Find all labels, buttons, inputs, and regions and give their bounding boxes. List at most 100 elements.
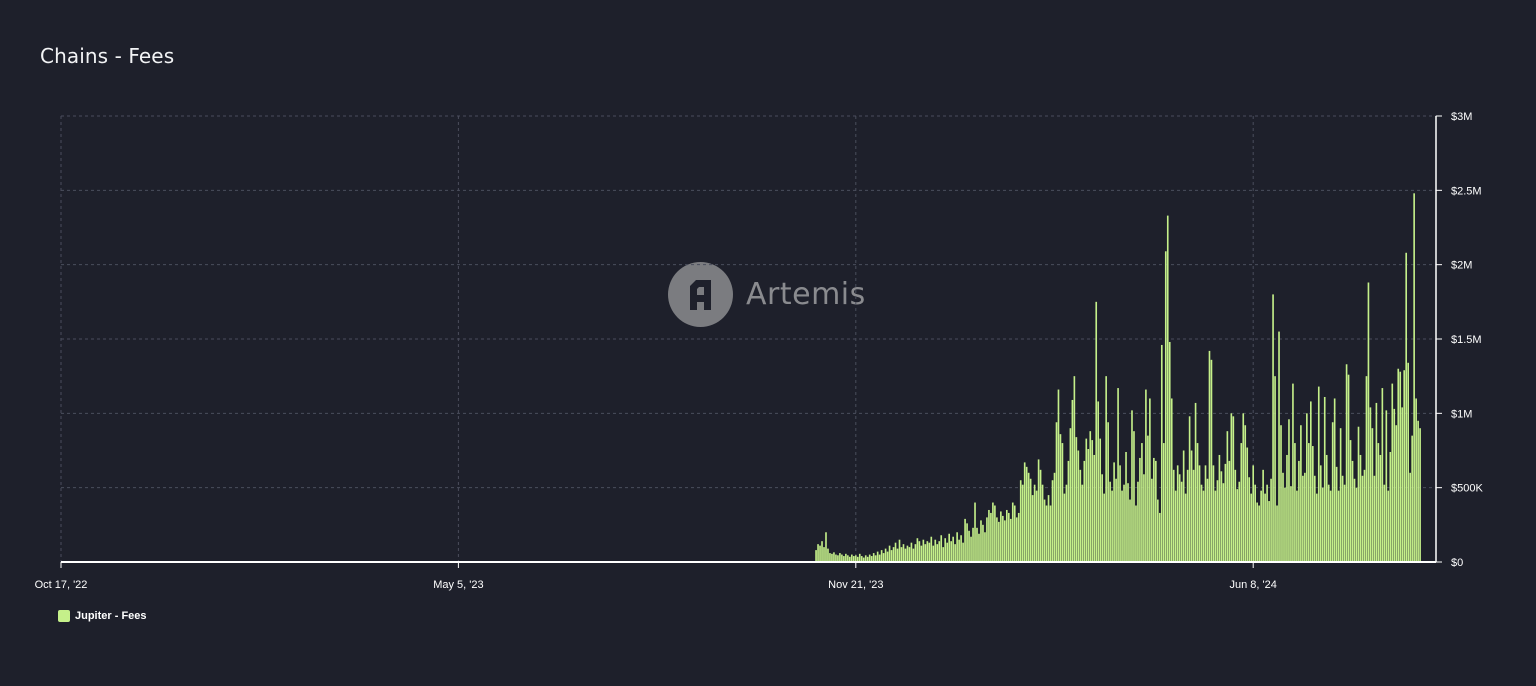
bar [1019, 480, 1022, 562]
legend-label: Jupiter - Fees [75, 610, 147, 622]
bar [1272, 294, 1274, 562]
bar [837, 555, 839, 562]
bar [986, 517, 988, 562]
bar [1298, 460, 1300, 562]
legend[interactable]: Jupiter - Fees [58, 610, 147, 622]
bar [1047, 495, 1050, 562]
bar [934, 539, 937, 562]
bar [1147, 435, 1149, 562]
bar [1125, 451, 1127, 562]
bar [1220, 471, 1223, 562]
bar [1413, 193, 1415, 562]
bar [1240, 443, 1243, 562]
bar [972, 527, 974, 562]
bar [1315, 493, 1318, 562]
bar [1230, 413, 1233, 562]
bar [1403, 370, 1406, 562]
bar [932, 545, 935, 562]
bar [1296, 490, 1298, 562]
bar [1164, 251, 1167, 562]
bar [1151, 478, 1153, 562]
bar [998, 521, 1000, 562]
bar [1055, 422, 1058, 562]
bar [1361, 475, 1364, 562]
bar [922, 539, 925, 562]
bar [924, 544, 927, 562]
bar [1363, 469, 1366, 562]
bar [1300, 425, 1302, 562]
bar [940, 535, 943, 562]
bar [902, 544, 905, 562]
bar [974, 502, 976, 562]
bar [1234, 469, 1237, 562]
bar [839, 553, 841, 562]
bar [1049, 505, 1052, 562]
bar [1097, 401, 1100, 562]
bar [874, 555, 877, 562]
bar [1186, 469, 1189, 562]
bar [1113, 462, 1115, 562]
bar [1184, 493, 1187, 562]
bar [884, 548, 887, 562]
bar [1335, 466, 1338, 562]
bar [1129, 499, 1131, 562]
bar [1341, 475, 1344, 562]
bar [1119, 465, 1121, 562]
bar [1025, 466, 1028, 562]
bar [944, 538, 947, 562]
bar [1218, 454, 1221, 562]
bar [880, 550, 883, 562]
bar [1389, 451, 1392, 562]
bar [1228, 460, 1231, 562]
bar [1210, 359, 1213, 562]
bar [1204, 465, 1207, 562]
bar [1317, 386, 1320, 562]
bar [1168, 341, 1171, 562]
bar [1145, 389, 1147, 562]
bar [1202, 490, 1205, 562]
bar [1166, 215, 1169, 562]
bar [992, 502, 994, 562]
bar [1395, 425, 1398, 562]
bar [1411, 435, 1413, 562]
bar [1345, 364, 1348, 562]
bar [956, 532, 958, 562]
bar [1367, 282, 1370, 562]
bar [1004, 520, 1006, 562]
bar [1194, 402, 1197, 562]
bar [978, 533, 980, 562]
bar [1206, 478, 1209, 562]
bar [1041, 484, 1044, 562]
bar [1027, 472, 1030, 562]
bar [1131, 410, 1133, 562]
bar [1391, 383, 1394, 562]
bar [1123, 484, 1125, 562]
bar [1200, 484, 1203, 562]
bar [1192, 469, 1195, 562]
bar [833, 552, 835, 562]
bar [960, 535, 962, 562]
bar [1139, 457, 1141, 562]
bar [1236, 489, 1239, 562]
bar [1214, 490, 1217, 562]
bar [950, 541, 952, 562]
bar [1313, 475, 1316, 562]
bar [1188, 416, 1191, 562]
bar [1401, 407, 1404, 562]
bar [1208, 350, 1211, 562]
bar [1009, 518, 1012, 562]
bar [968, 530, 970, 562]
bar [1127, 483, 1129, 562]
bar [1017, 512, 1020, 562]
bar [920, 545, 923, 562]
bar [1065, 484, 1068, 562]
bar [930, 536, 933, 562]
bar [900, 547, 903, 562]
bar [1286, 454, 1288, 562]
bar [1232, 416, 1235, 562]
y-tick-label: $1M [1451, 408, 1472, 420]
y-tick-label: $2.5M [1451, 185, 1482, 197]
bar [1089, 431, 1092, 562]
bar [1198, 465, 1201, 562]
y-tick-label: $3M [1451, 111, 1472, 123]
